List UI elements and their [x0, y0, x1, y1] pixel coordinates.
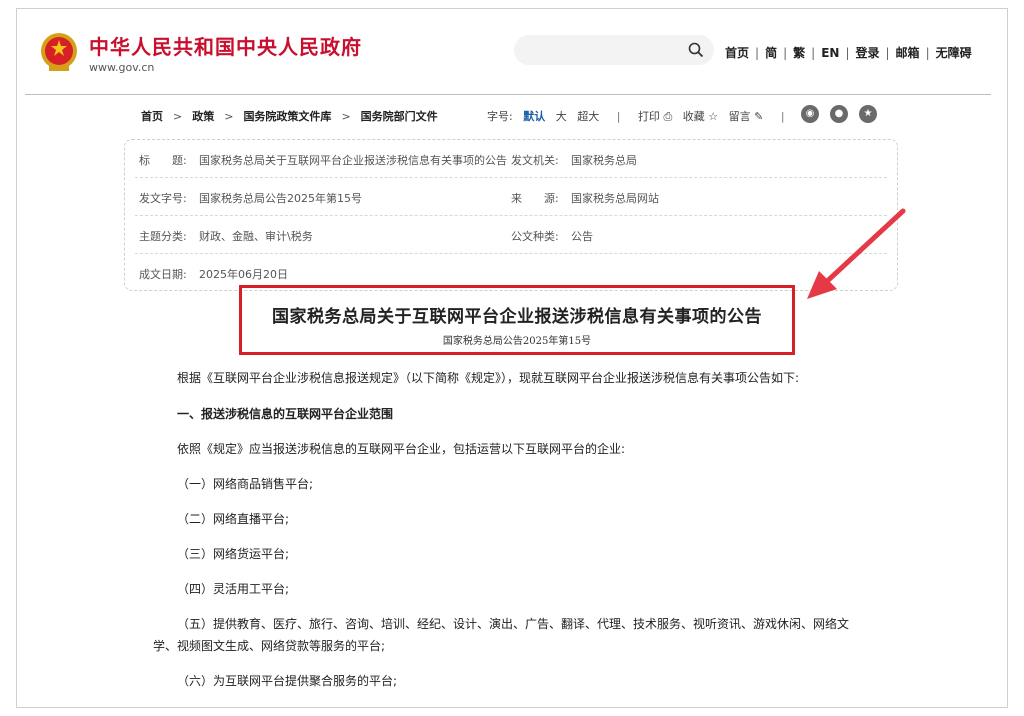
- font-large-button[interactable]: 大: [556, 110, 567, 123]
- site-url[interactable]: www.gov.cn: [89, 61, 154, 74]
- meta-docno-value: 国家税务总局公告2025年第15号: [199, 192, 362, 205]
- meta-row: 标 题: 国家税务总局关于互联网平台企业报送涉税信息有关事项的公告 发文机关: …: [135, 140, 887, 178]
- breadcrumb-policy-library[interactable]: 国务院政策文件库: [243, 110, 331, 123]
- font-default-button[interactable]: 默认: [523, 110, 545, 123]
- wechat-share-icon[interactable]: ●: [830, 105, 848, 123]
- list-item-continuation: 学、视频图文生成、网络贷款等服务的平台;: [153, 639, 386, 653]
- meta-title-value: 国家税务总局关于互联网平台企业报送涉税信息有关事项的公告: [199, 154, 507, 167]
- nav-english[interactable]: EN: [821, 46, 839, 60]
- printer-icon: ⎙: [663, 110, 673, 123]
- national-emblem-icon: [41, 33, 77, 71]
- list-item: （二）网络直播平台;: [177, 512, 290, 526]
- list-item: （一）网络商品销售平台;: [177, 477, 314, 491]
- nav-login[interactable]: 登录: [855, 46, 879, 60]
- meta-source-label: 来 源:: [511, 192, 559, 205]
- favorite-star-icon[interactable]: ★: [859, 105, 877, 123]
- nav-mail[interactable]: 邮箱: [896, 46, 920, 60]
- search-input[interactable]: [514, 35, 714, 65]
- annotation-arrow-icon: [807, 208, 906, 299]
- meta-row: 主题分类: 财政、金融、审计\税务 公文种类: 公告: [135, 216, 887, 254]
- list-item: （三）网络货运平台;: [177, 547, 290, 561]
- page-frame: 中华人民共和国中央人民政府 www.gov.cn 首页 | 简 | 繁 | EN | 登录 | 邮箱…: [16, 8, 1008, 708]
- weibo-share-icon[interactable]: ◉: [801, 105, 819, 123]
- site-title[interactable]: 中华人民共和国中央人民政府: [89, 31, 362, 60]
- print-button[interactable]: 打印: [638, 110, 660, 123]
- meta-issuer-value: 国家税务总局: [571, 154, 637, 167]
- meta-row: 发文字号: 国家税务总局公告2025年第15号 来 源: 国家税务总局网站: [135, 178, 887, 216]
- meta-issuer-label: 发文机关:: [511, 154, 559, 167]
- breadcrumb-department-docs[interactable]: 国务院部门文件: [361, 110, 438, 123]
- star-icon: ☆: [708, 110, 719, 123]
- section-lead: 依照《规定》应当报送涉税信息的互联网平台企业，包括运营以下互联网平台的企业:: [177, 442, 626, 456]
- article-title-highlight: 国家税务总局关于互联网平台企业报送涉税信息有关事项的公告 国家税务总局公告202…: [239, 285, 795, 355]
- nav-simplified[interactable]: 简: [765, 46, 777, 60]
- section-heading: 一、报送涉税信息的互联网平台企业范围: [177, 407, 394, 421]
- list-item: （四）灵活用工平台;: [177, 582, 290, 596]
- meta-title-label: 标 题:: [139, 154, 187, 167]
- meta-topic-label: 主题分类:: [139, 230, 187, 243]
- breadcrumb-home[interactable]: 首页: [141, 110, 163, 123]
- meta-topic-value: 财政、金融、审计\税务: [199, 230, 313, 243]
- meta-date-label: 成文日期:: [139, 268, 187, 281]
- top-nav: 首页 | 简 | 繁 | EN | 登录 | 邮箱 | 无障碍: [725, 46, 972, 60]
- list-item: （六）为互联网平台提供聚合服务的平台;: [177, 674, 398, 688]
- font-xlarge-button[interactable]: 超大: [577, 110, 599, 123]
- article-intro: 根据《互联网平台企业涉税信息报送规定》（以下简称《规定》），现就互联网平台企业报…: [177, 371, 800, 385]
- meta-type-value: 公告: [571, 230, 593, 243]
- article-doc-number: 国家税务总局公告2025年第15号: [442, 336, 592, 347]
- comment-button[interactable]: 留言: [729, 110, 751, 123]
- meta-type-label: 公文种类:: [511, 230, 559, 243]
- breadcrumb: 首页 > 政策 > 国务院政策文件库 > 国务院部门文件: [141, 110, 438, 123]
- header-divider: [25, 94, 991, 95]
- nav-home[interactable]: 首页: [725, 46, 749, 60]
- meta-date-value: 2025年06月20日: [199, 268, 288, 281]
- document-meta-table: 标 题: 国家税务总局关于互联网平台企业报送涉税信息有关事项的公告 发文机关: …: [124, 139, 898, 291]
- nav-traditional[interactable]: 繁: [793, 46, 805, 60]
- search-icon[interactable]: [688, 42, 704, 58]
- nav-accessibility[interactable]: 无障碍: [936, 46, 972, 60]
- meta-docno-label: 发文字号:: [139, 192, 187, 205]
- article-title: 国家税务总局关于互联网平台企业报送涉税信息有关事项的公告: [272, 307, 762, 327]
- meta-source-value: 国家税务总局网站: [571, 192, 659, 205]
- font-size-label: 字号:: [487, 110, 513, 123]
- favorite-button[interactable]: 收藏: [683, 110, 705, 123]
- pencil-icon: ✎: [754, 110, 764, 123]
- list-item: （五）提供教育、医疗、旅行、咨询、培训、经纪、设计、演出、广告、翻译、代理、技术…: [177, 617, 850, 631]
- article-tools: 字号: 默认 大 超大 | 打印 ⎙ 收藏 ☆ 留言 ✎ |: [487, 110, 785, 123]
- breadcrumb-policy[interactable]: 政策: [192, 110, 214, 123]
